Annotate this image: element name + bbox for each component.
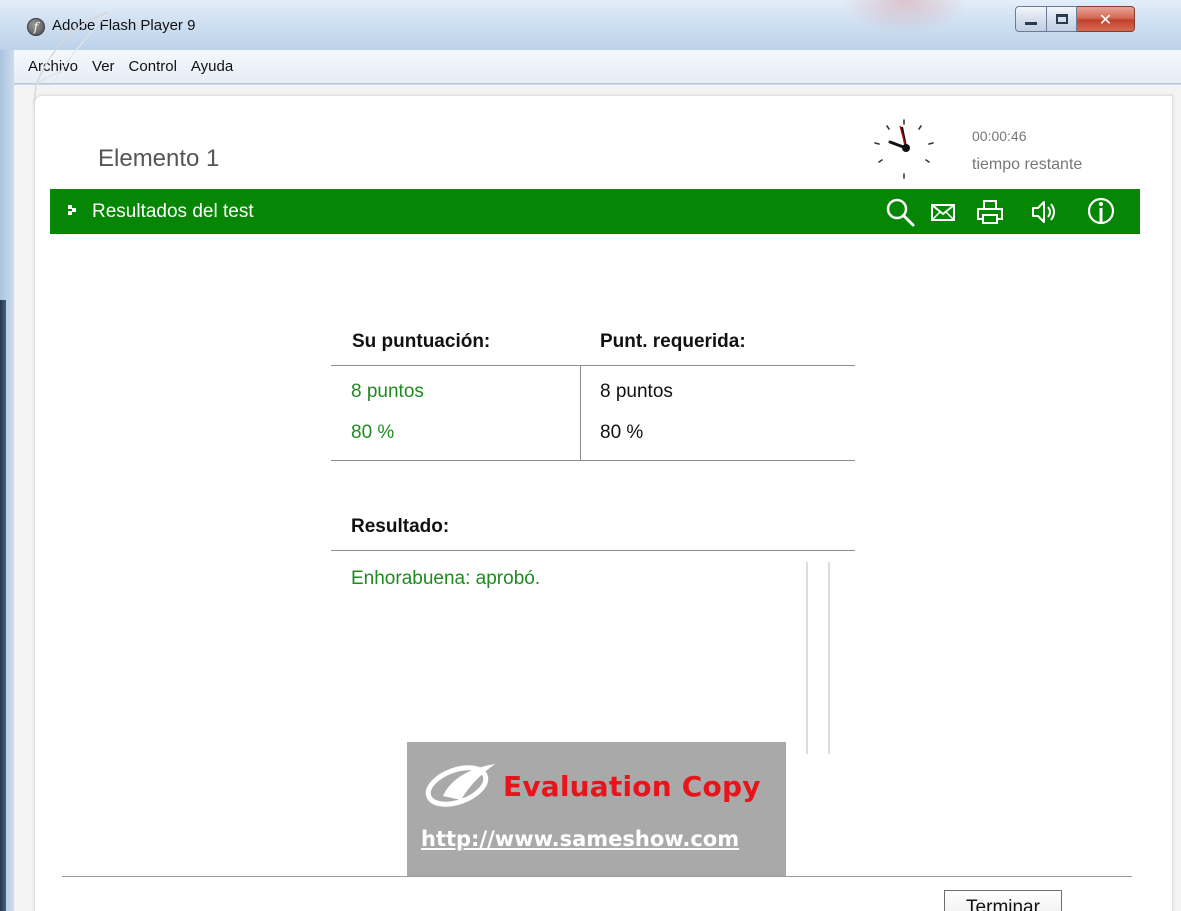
arrow-right-icon <box>68 205 76 215</box>
minimize-button[interactable] <box>1015 6 1047 32</box>
background-window-edge <box>0 300 6 911</box>
element-title: Elemento 1 <box>98 145 220 172</box>
window-controls: ✕ <box>1015 6 1135 32</box>
required-percent: 80 % <box>600 422 644 443</box>
watermark-url[interactable]: http://www.sameshow.com <box>421 827 739 851</box>
search-icon[interactable] <box>884 196 918 228</box>
result-text: Enhorabuena: aprobó. <box>351 568 541 589</box>
your-score-header: Su puntuación: <box>352 331 491 352</box>
minimize-icon <box>1025 21 1037 25</box>
menu-bar: Archivo Ver Control Ayuda <box>14 50 1181 84</box>
maximize-icon <box>1055 14 1068 24</box>
menu-ayuda[interactable]: Ayuda <box>191 58 233 75</box>
evaluation-watermark: Evaluation Copy http://www.sameshow.com <box>407 742 786 876</box>
timer-value: 00:00:46 <box>972 128 1027 144</box>
flash-player-icon[interactable]: f <box>27 18 45 36</box>
menu-ver[interactable]: Ver <box>92 58 115 75</box>
table-bottom-rule <box>331 460 855 461</box>
window-titlebar[interactable]: f Adobe Flash Player 9 ✕ <box>0 0 1181 50</box>
close-icon: ✕ <box>1098 9 1113 29</box>
mail-icon[interactable] <box>929 196 959 228</box>
menu-archivo[interactable]: Archivo <box>28 58 78 75</box>
watermark-title: Evaluation Copy <box>503 770 761 803</box>
info-icon[interactable] <box>1085 196 1119 228</box>
sound-icon[interactable] <box>1030 196 1060 228</box>
maximize-button[interactable] <box>1047 6 1077 32</box>
section-title: Resultados del test <box>92 201 254 222</box>
your-points: 8 puntos <box>351 381 424 402</box>
sameshow-logo-icon <box>425 764 495 807</box>
clock-icon <box>874 119 934 179</box>
finish-button[interactable]: Terminar <box>944 890 1062 911</box>
window-title: Adobe Flash Player 9 <box>52 17 196 34</box>
result-rule <box>331 550 855 551</box>
table-header-rule <box>331 365 855 366</box>
result-label: Resultado: <box>351 516 450 537</box>
required-points: 8 puntos <box>600 381 673 402</box>
table-column-divider <box>580 365 581 460</box>
timer-label: tiempo restante <box>972 156 1083 173</box>
footer-rule <box>62 876 1132 877</box>
menu-control[interactable]: Control <box>129 58 177 75</box>
print-icon[interactable] <box>975 196 1005 228</box>
result-scrollbar[interactable] <box>806 562 830 754</box>
titlebar-decoration <box>840 0 970 34</box>
your-percent: 80 % <box>351 422 395 443</box>
required-score-header: Punt. requerida: <box>600 331 746 352</box>
close-button[interactable]: ✕ <box>1077 6 1135 32</box>
